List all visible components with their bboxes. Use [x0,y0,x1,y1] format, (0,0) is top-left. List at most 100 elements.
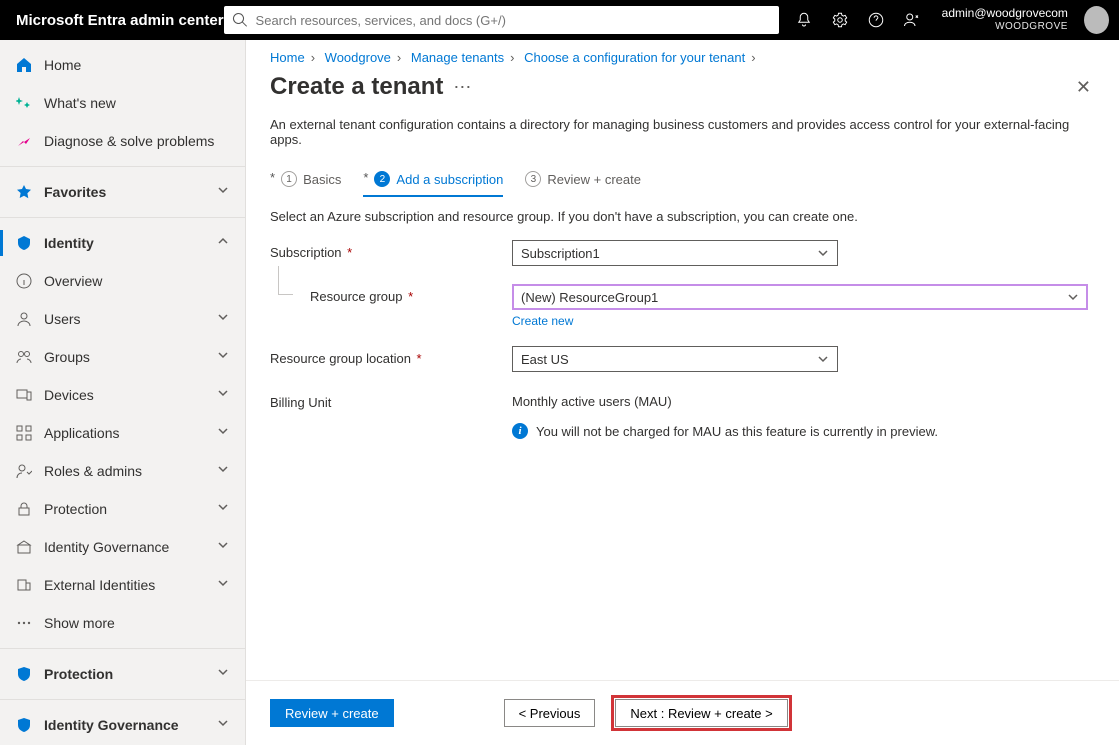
label: Protection [44,501,217,517]
billing-unit-label: Billing Unit [270,390,512,410]
brand-title: Microsoft Entra admin center [0,12,224,29]
tab-basics[interactable]: *1Basics [270,165,341,197]
groups-icon [14,347,34,367]
governance-icon [14,715,34,735]
diagnose-icon [14,131,34,151]
chevron-down-icon [217,311,233,327]
dropdown-value: Subscription1 [521,246,817,261]
rg-location-label: Resource group location * [270,346,512,366]
account-email: admin@woodgrovecom [942,6,1068,20]
global-search[interactable] [224,6,779,34]
breadcrumb-link[interactable]: Home [270,50,305,65]
sidebar-item-protection-sub[interactable]: Protection [0,490,245,528]
chevron-down-icon [217,184,233,200]
settings-icon[interactable] [822,0,858,40]
create-new-link[interactable]: Create new [512,314,573,328]
label: Diagnose & solve problems [44,133,233,149]
search-input[interactable] [256,13,771,28]
help-icon[interactable] [858,0,894,40]
resource-group-label: Resource group * [270,284,512,304]
review-create-button[interactable]: Review + create [270,699,394,727]
chevron-down-icon [217,539,233,555]
sidebar-item-groups[interactable]: Groups [0,338,245,376]
info-icon: i [512,423,528,439]
billing-info: i You will not be charged for MAU as thi… [512,423,1088,439]
apps-icon [14,423,34,443]
sidebar-item-governance[interactable]: Identity Governance [0,706,245,744]
page-description: An external tenant configuration contain… [246,107,1119,165]
label: Identity Governance [44,539,217,555]
sidebar-item-roles[interactable]: Roles & admins [0,452,245,490]
sidebar-item-showmore[interactable]: Show more [0,604,245,642]
sidebar-item-overview[interactable]: Overview [0,262,245,300]
account-block[interactable]: admin@woodgrovecom WOODGROVE [930,6,1074,34]
sparkle-icon [14,93,34,113]
label: External Identities [44,577,217,593]
resource-group-dropdown[interactable]: (New) ResourceGroup1 [512,284,1088,310]
sidebar-item-users[interactable]: Users [0,300,245,338]
label: Home [44,57,233,73]
lock-icon [14,499,34,519]
sidebar-item-diagnose[interactable]: Diagnose & solve problems [0,122,245,160]
users-icon [14,309,34,329]
sidebar-item-home[interactable]: Home [0,46,245,84]
label: Groups [44,349,217,365]
label: Identity [44,235,217,251]
notifications-icon[interactable] [787,0,823,40]
chevron-down-icon [217,463,233,479]
tab-review-create[interactable]: 3Review + create [525,165,641,197]
top-bar: Microsoft Entra admin center admin@woodg… [0,0,1119,40]
label: What's new [44,95,233,111]
chevron-down-icon [217,666,233,682]
label: Applications [44,425,217,441]
feedback-icon[interactable] [894,0,930,40]
sidebar-item-devices[interactable]: Devices [0,376,245,414]
sidebar-item-favorites[interactable]: Favorites [0,173,245,211]
account-org: WOODGROVE [942,20,1068,34]
tab-add-subscription[interactable]: *2Add a subscription [363,165,503,197]
label: Show more [44,615,233,631]
page-title: Create a tenant [270,73,443,101]
governance-icon [14,537,34,557]
tab-label: Review + create [547,172,641,187]
avatar[interactable] [1084,6,1109,34]
sidebar: Home What's new Diagnose & solve problem… [0,40,246,745]
sidebar-item-whatsnew[interactable]: What's new [0,84,245,122]
label: Devices [44,387,217,403]
next-button[interactable]: Next : Review + create > [615,699,787,727]
previous-button[interactable]: < Previous [504,699,596,727]
identity-icon [14,233,34,253]
billing-unit-value: Monthly active users (MAU) [512,390,1088,409]
roles-icon [14,461,34,481]
chevron-down-icon [217,425,233,441]
sidebar-item-protection[interactable]: Protection [0,655,245,693]
sidebar-item-governance-sub[interactable]: Identity Governance [0,528,245,566]
breadcrumb-link[interactable]: Manage tenants [411,50,504,65]
breadcrumb-link[interactable]: Woodgrove [325,50,391,65]
dropdown-value: East US [521,352,817,367]
wizard-footer: Review + create < Previous Next : Review… [246,680,1119,745]
more-icon[interactable]: ⋯ [453,77,471,98]
chevron-down-icon [817,247,829,259]
tab-description: Select an Azure subscription and resourc… [246,199,1119,240]
sidebar-item-external[interactable]: External Identities [0,566,245,604]
label: Users [44,311,217,327]
shield-icon [14,664,34,684]
star-icon [14,182,34,202]
info-icon [14,271,34,291]
label: Overview [44,273,233,289]
sidebar-item-applications[interactable]: Applications [0,414,245,452]
subscription-label: Subscription * [270,240,512,260]
subscription-dropdown[interactable]: Subscription1 [512,240,838,266]
main-content: Home› Woodgrove› Manage tenants› Choose … [246,40,1119,745]
external-icon [14,575,34,595]
chevron-down-icon [817,353,829,365]
tab-label: Basics [303,172,341,187]
chevron-down-icon [217,501,233,517]
breadcrumb: Home› Woodgrove› Manage tenants› Choose … [246,40,1119,69]
close-icon[interactable]: ✕ [1076,77,1091,98]
sidebar-item-identity[interactable]: Identity [0,224,245,262]
chevron-down-icon [217,577,233,593]
breadcrumb-link[interactable]: Choose a configuration for your tenant [524,50,745,65]
rg-location-dropdown[interactable]: East US [512,346,838,372]
